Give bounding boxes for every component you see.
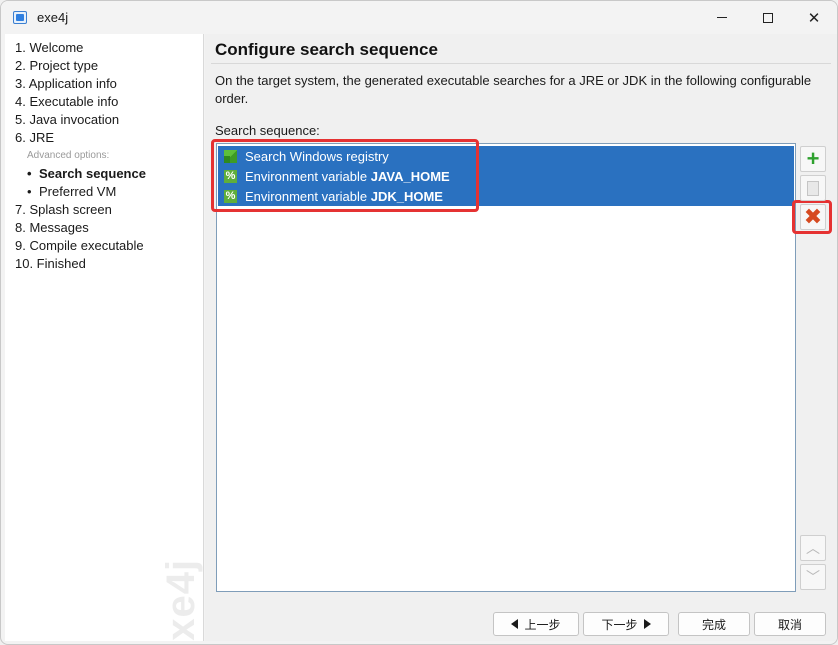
add-entry-button[interactable]: + [800, 146, 826, 172]
bullet-icon: • [27, 184, 32, 199]
page-description: On the target system, the generated exec… [215, 73, 812, 106]
next-button-label: 下一步 [601, 617, 638, 632]
maximize-button[interactable] [745, 1, 791, 34]
chevron-up-icon: ︿ [806, 540, 820, 556]
sidebar-item-splash-screen[interactable]: 7. Splash screen [15, 202, 112, 217]
finish-button[interactable]: 完成 [678, 612, 750, 636]
edit-icon [807, 180, 819, 196]
sidebar-item-java-invocation[interactable]: 5. Java invocation [15, 112, 119, 127]
sidebar-item-label: Preferred VM [39, 184, 117, 199]
title-bar: exe4j ✕ [1, 1, 837, 34]
back-button[interactable]: 上一步 [493, 612, 579, 636]
edit-entry-button[interactable] [800, 175, 826, 201]
maximize-icon [763, 12, 773, 23]
cancel-button[interactable]: 取消 [754, 612, 826, 636]
title-divider [211, 63, 831, 64]
sidebar-item-messages[interactable]: 8. Messages [15, 220, 89, 235]
arrow-right-icon [643, 619, 651, 629]
move-down-button[interactable]: ﹀ [800, 564, 826, 590]
highlight-box-entries [211, 139, 479, 212]
delete-entry-button[interactable]: ✖ [800, 204, 826, 230]
sidebar-item-preferred-vm[interactable]: • Preferred VM [27, 184, 116, 199]
sidebar-item-search-sequence[interactable]: • Search sequence [27, 166, 146, 181]
sidebar-item-jre[interactable]: 6. JRE [15, 130, 54, 145]
arrow-left-icon [511, 619, 519, 629]
sidebar-item-application-info[interactable]: 3. Application info [15, 76, 117, 91]
bullet-icon: • [27, 166, 32, 181]
sidebar-item-label: Search sequence [39, 166, 146, 181]
back-button-label: 上一步 [524, 617, 561, 632]
sidebar-item-executable-info[interactable]: 4. Executable info [15, 94, 118, 109]
wizard-steps-sidebar: 1. Welcome 2. Project type 3. Applicatio… [5, 34, 204, 641]
sidebar-item-project-type[interactable]: 2. Project type [15, 58, 98, 73]
main-panel: Configure search sequence On the target … [205, 34, 837, 641]
app-logo-icon [13, 11, 27, 24]
close-window-button[interactable]: ✕ [791, 1, 837, 34]
close-icon: ✕ [807, 9, 821, 27]
finish-button-label: 完成 [701, 617, 726, 632]
app-window: exe4j ✕ 1. Welcome 2. Project type 3. Ap… [0, 0, 838, 645]
chevron-down-icon: ﹀ [806, 569, 820, 585]
advanced-options-label: Advanced options: [27, 150, 110, 161]
window-title: exe4j [37, 10, 69, 25]
cancel-button-label: 取消 [777, 617, 802, 632]
sidebar-item-compile-executable[interactable]: 9. Compile executable [15, 238, 144, 253]
delete-icon: ✖ [803, 204, 823, 229]
search-sequence-label: Search sequence: [215, 123, 320, 138]
next-button[interactable]: 下一步 [583, 612, 669, 636]
move-up-button[interactable]: ︿ [800, 535, 826, 561]
sidebar-item-finished[interactable]: 10. Finished [15, 256, 86, 271]
minimize-button[interactable] [699, 1, 745, 34]
plus-icon: + [806, 146, 820, 171]
minimize-icon [717, 16, 727, 19]
sidebar-item-welcome[interactable]: 1. Welcome [15, 40, 83, 55]
page-title: Configure search sequence [215, 40, 438, 59]
